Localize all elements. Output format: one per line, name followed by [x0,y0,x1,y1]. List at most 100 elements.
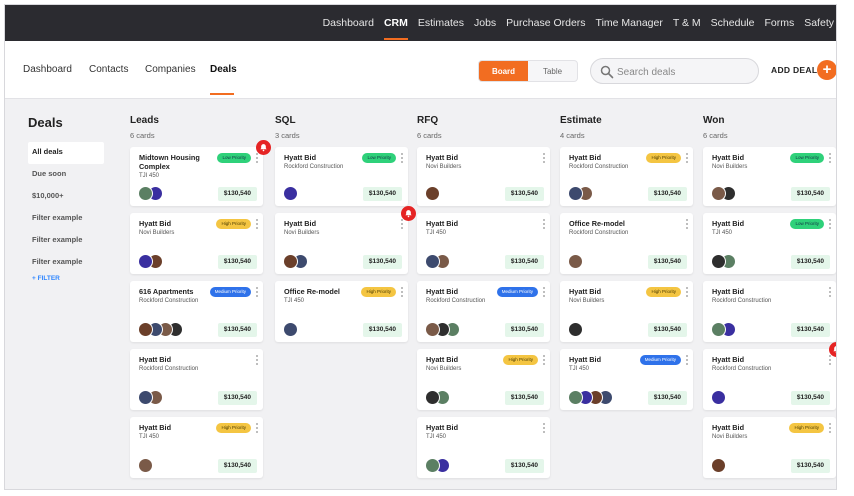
deal-subtitle: TJI 450 [139,434,160,440]
priority-badge: Low Priority [362,153,396,163]
column-title: Estimate [560,115,602,126]
deal-card[interactable]: Hyatt Bid Novi Builders High Priority $130,… [703,417,836,478]
deal-subtitle: Novi Builders [712,434,748,440]
sidebar-item-filter-example[interactable]: Filter example [28,230,104,252]
more-options-icon[interactable] [400,219,404,231]
more-options-icon[interactable] [685,287,689,299]
topnav-item-time-manager[interactable]: Time Manager [596,17,663,29]
deal-card[interactable]: Office Re-model TJI 450 High Priority $130,… [275,281,408,342]
view-toggle: Board Table [478,60,578,82]
deal-card[interactable]: Hyatt Bid TJI 450 $130,540 [417,417,550,478]
table-view-button[interactable]: Table [528,61,577,81]
deal-card[interactable]: Hyatt Bid TJI 450 Low Priority $130,540 [703,213,836,274]
more-options-icon[interactable] [828,219,832,231]
topnav-item-forms[interactable]: Forms [764,17,794,29]
deal-card[interactable]: Hyatt Bid Novi Builders $130,540 [275,206,416,274]
deal-card[interactable]: Hyatt Bid Novi Builders $130,540 [417,147,550,206]
sidebar-item-all-deals[interactable]: All deals [28,142,104,164]
topnav-item-dashboard[interactable]: Dashboard [323,17,374,29]
assignee-avatars [568,390,613,405]
add-deal-button[interactable]: + [817,60,836,80]
deal-card[interactable]: Hyatt Bid Rockford Construction Low Priori… [275,147,408,206]
deal-card[interactable]: Hyatt Bid Rockford Construction $130,540 [130,349,263,410]
more-options-icon[interactable] [400,287,404,299]
priority-badge: Medium Priority [496,287,538,297]
more-options-icon[interactable] [255,423,259,435]
more-options-icon[interactable] [542,287,546,299]
sidebar-item-filter-example[interactable]: Filter example [28,208,104,230]
deal-card[interactable]: Hyatt Bid Novi Builders Low Priority $130,5… [703,147,836,206]
more-options-icon[interactable] [255,153,259,165]
avatar [425,458,440,473]
deal-card[interactable]: Hyatt Bid Rockford Construction Medium Pri… [417,281,550,342]
avatar [711,186,726,201]
priority-badge: High Priority [646,153,681,163]
board-view-button[interactable]: Board [479,61,528,81]
subtab-deals[interactable]: Deals [210,64,237,95]
add-filter-link[interactable]: + FILTER [28,275,104,282]
priority-badge: High Priority [361,287,396,297]
sidebar-item-due-soon[interactable]: Due soon [28,164,104,186]
topnav-item-jobs[interactable]: Jobs [474,17,496,29]
notification-bell-icon[interactable] [829,342,836,357]
more-options-icon[interactable] [828,287,832,299]
deal-amount: $130,540 [790,187,830,201]
topnav-item-t-m[interactable]: T & M [673,17,701,29]
subtab-dashboard[interactable]: Dashboard [23,64,72,75]
assignee-avatars [425,186,440,201]
more-options-icon[interactable] [542,423,546,435]
deal-amount: $130,540 [362,187,402,201]
more-options-icon[interactable] [255,287,259,299]
deal-card[interactable]: Hyatt Bid TJI 450 High Priority $130,540 [130,417,263,478]
deal-title: Hyatt Bid [712,287,745,296]
more-options-icon[interactable] [828,355,832,367]
deal-amount: $130,540 [362,323,402,337]
deal-title: Midtown Housing Complex [139,153,200,171]
assignee-avatars [425,322,460,337]
more-options-icon[interactable] [542,219,546,231]
column-card-count: 3 cards [275,131,300,140]
topnav-item-purchase-orders[interactable]: Purchase Orders [506,17,585,29]
deal-card[interactable]: Hyatt Bid Rockford Construction $130,540 [703,281,836,342]
more-options-icon[interactable] [828,153,832,165]
column-title: Leads [130,115,159,126]
deal-card[interactable]: Hyatt Bid TJI 450 $130,540 [417,213,550,274]
deal-card[interactable]: Hyatt Bid Novi Builders High Priority $130,… [560,281,693,342]
search-box [590,58,759,84]
notification-bell-icon[interactable] [401,206,416,221]
sidebar-item-filter-example[interactable]: Filter example [28,252,104,274]
column-card-count: 6 cards [417,131,442,140]
deal-card[interactable]: Hyatt Bid TJI 450 Medium Priority $130,540 [560,349,693,410]
deal-title: Hyatt Bid [426,219,459,228]
sidebar-item-10000-plus[interactable]: $10,000+ [28,186,104,208]
deal-title: Office Re-model [569,219,625,228]
more-options-icon[interactable] [828,423,832,435]
more-options-icon[interactable] [400,153,404,165]
subtab-contacts[interactable]: Contacts [89,64,128,75]
more-options-icon[interactable] [685,355,689,367]
add-deal-label[interactable]: ADD DEAL [771,65,817,75]
subtab-companies[interactable]: Companies [145,64,196,75]
avatar [425,322,440,337]
deal-card[interactable]: Office Re-model Rockford Construction $130… [560,213,693,274]
assignee-avatars [138,254,163,269]
deal-card[interactable]: Hyatt Bid Rockford Construction High Prior… [560,147,693,206]
deal-card[interactable]: Hyatt Bid Novi Builders High Priority $130,… [417,349,550,410]
more-options-icon[interactable] [542,153,546,165]
notification-bell-icon[interactable] [256,140,271,155]
more-options-icon[interactable] [255,355,259,367]
topnav-item-safety[interactable]: Safety [804,17,834,29]
more-options-icon[interactable] [542,355,546,367]
topnav-item-schedule[interactable]: Schedule [711,17,755,29]
topnav-item-crm[interactable]: CRM [383,17,408,40]
topnav-item-estimates[interactable]: Estimates [418,17,464,29]
deal-card[interactable]: 616 Apartments Rockford Construction Mediu… [130,281,263,342]
deal-card[interactable]: Hyatt Bid Rockford Construction $130,540 [703,342,836,410]
avatar [711,254,726,269]
deal-card[interactable]: Hyatt Bid Novi Builders High Priority $130,… [130,213,263,274]
search-input[interactable] [617,63,747,81]
more-options-icon[interactable] [685,219,689,231]
more-options-icon[interactable] [255,219,259,231]
deal-card[interactable]: Midtown Housing Complex TJI 450 Low Priori… [130,140,271,206]
more-options-icon[interactable] [685,153,689,165]
